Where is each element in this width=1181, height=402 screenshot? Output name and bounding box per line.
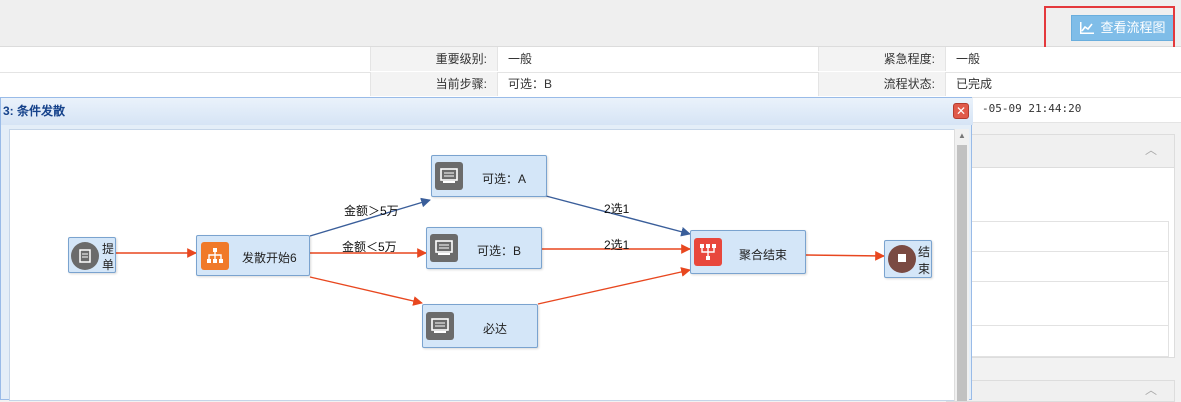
side-row <box>967 221 1169 252</box>
chart-icon <box>1080 22 1095 34</box>
current-step-label: 当前步骤: <box>370 72 498 96</box>
edge-must-to-join <box>537 267 691 305</box>
current-step-value: 可选：B <box>508 77 553 91</box>
view-flowchart-button[interactable]: 查看流程图 <box>1071 15 1175 41</box>
flow-node-join[interactable]: 聚合结束 <box>690 230 806 274</box>
side-panel: ︿ <box>946 134 1175 358</box>
urgency-value: 一般 <box>956 52 981 66</box>
join-icon <box>694 238 722 266</box>
urgency-label: 紧急程度: <box>818 47 946 71</box>
importance-label: 重要级别: <box>370 47 498 71</box>
must-label: 必达 <box>483 322 508 336</box>
scroll-up-icon[interactable]: ▲ <box>955 129 969 143</box>
side-panel-collapsed[interactable]: ︿ <box>946 380 1175 402</box>
flow-canvas: 金额＞5万 金额＜5万 2选1 2选1 提 单 发散开始6 可选：A 可选：B … <box>9 129 955 401</box>
flow-dialog: 3: 条件发散 ✕ 金额＞5万 金额＜5万 2选1 2选1 提 单 发散开始6 … <box>0 97 973 401</box>
end-label-top: 结 <box>918 245 931 259</box>
start-label-top: 提 <box>102 242 115 256</box>
stop-icon <box>888 245 916 273</box>
side-row <box>967 325 1169 357</box>
option-a-label: 可选：A <box>482 172 527 186</box>
option-b-label: 可选：B <box>477 244 522 258</box>
chevron-up-icon[interactable]: ︿ <box>1144 143 1158 157</box>
side-row <box>967 281 1169 326</box>
edge-label-fork-to-b: 金额＜5万 <box>342 240 397 254</box>
start-label-bottom: 单 <box>102 258 115 272</box>
flow-status-value: 已完成 <box>956 77 993 91</box>
vertical-scrollbar[interactable]: ▲ <box>954 129 969 401</box>
view-flowchart-label: 查看流程图 <box>1100 20 1166 35</box>
close-icon[interactable]: ✕ <box>953 103 969 119</box>
importance-value: 一般 <box>508 52 533 66</box>
monitor-icon <box>435 162 463 190</box>
edge-fork-to-must <box>309 276 423 306</box>
flow-node-option-b[interactable]: 可选：B <box>426 227 542 269</box>
flow-status-label: 流程状态: <box>818 72 946 96</box>
time-value: -05-09 21:44:20 <box>982 102 1082 115</box>
org-tree-icon <box>201 242 229 270</box>
dialog-title: 3: 条件发散 <box>1 98 973 125</box>
edge-label-b-to-join: 2选1 <box>604 238 630 252</box>
flow-node-fork[interactable]: 发散开始6 <box>196 235 310 276</box>
monitor-icon <box>430 234 458 262</box>
edge-join-to-end <box>805 250 885 261</box>
edge-label-a-to-join: 2选1 <box>604 202 630 216</box>
scrollbar-thumb[interactable] <box>957 145 967 401</box>
side-panel-header[interactable]: ︿ <box>947 135 1174 168</box>
join-label: 聚合结束 <box>739 248 788 262</box>
info-row: 重要级别: 一般 紧急程度: 一般 <box>0 47 1181 73</box>
top-toolbar <box>0 0 1181 47</box>
flow-node-start[interactable]: 提 单 <box>68 237 116 273</box>
form-icon <box>71 242 99 270</box>
flow-node-must[interactable]: 必达 <box>422 304 538 348</box>
info-row: 当前步骤: 可选：B 流程状态: 已完成 <box>0 72 1181 98</box>
chevron-up-icon[interactable]: ︿ <box>1144 383 1158 397</box>
end-label-bottom: 束 <box>918 262 931 276</box>
flow-node-end[interactable]: 结 束 <box>884 240 932 278</box>
edge-label-fork-to-a: 金额＞5万 <box>344 204 399 218</box>
side-row <box>967 251 1169 282</box>
flow-node-option-a[interactable]: 可选：A <box>431 155 547 197</box>
monitor-icon <box>426 312 454 340</box>
fork-label: 发散开始6 <box>242 251 297 265</box>
